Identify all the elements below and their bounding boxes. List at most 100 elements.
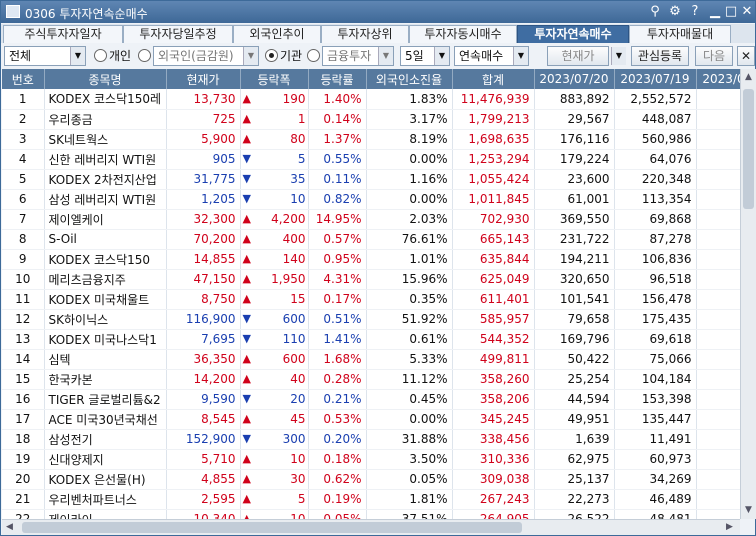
cell-total: 358,206 xyxy=(452,389,535,410)
cell-date2: 11,491 xyxy=(614,429,697,450)
table-body: 1 KODEX 코스닥150레 13,730 ▲ 190 1.40% 1.83% 11,476… xyxy=(2,89,740,519)
settings-icon[interactable]: ⚙ xyxy=(667,4,683,20)
cell-change: ▲ 1 xyxy=(240,109,309,130)
table-row[interactable]: 21 우리벤처파트너스 2,595 ▲ 5 0.19% 1.81% 267,243 22,273… xyxy=(2,489,740,510)
col-header-date3[interactable]: 2023/07/18 xyxy=(696,69,740,89)
app-icon xyxy=(6,5,20,18)
cell-total: 499,811 xyxy=(452,349,535,370)
scroll-up-icon[interactable]: ▲ xyxy=(745,72,752,82)
price-button[interactable]: 현재가 xyxy=(547,46,609,66)
table-row[interactable]: 5 KODEX 2차전지산업 31,775 ▼ 35 0.11% 1.16% 1,055,42… xyxy=(2,169,740,190)
cell-total: 11,476,939 xyxy=(452,89,535,110)
chevron-down-icon[interactable]: ▼ xyxy=(611,47,626,65)
cell-date3: 1 xyxy=(696,349,740,370)
cell-total: 1,799,213 xyxy=(452,109,535,130)
cell-date2: 220,348 xyxy=(614,169,697,190)
tab-simultaneous-buy[interactable]: 투자자동시매수 xyxy=(409,25,517,43)
tab-bar: 주식투자자일자 투자자당일추정 외국인추이 투자자상위 투자자동시매수 투자자연… xyxy=(1,24,755,43)
table-row[interactable]: 17 ACE 미국30년국채선 8,545 ▲ 45 0.53% 0.00% 345,245 4… xyxy=(2,409,740,430)
cell-name: SK네트웍스 xyxy=(44,129,167,150)
vertical-scrollbar[interactable]: ▲ ▼ xyxy=(740,69,756,519)
col-header-total[interactable]: 합계 xyxy=(452,69,535,89)
col-header-no[interactable]: 번호 xyxy=(2,69,45,89)
col-header-name[interactable]: 종목명 xyxy=(44,69,167,89)
radio-individual[interactable] xyxy=(94,49,107,62)
table-row[interactable]: 9 KODEX 코스닥150 14,855 ▲ 140 0.95% 1.01% 635,844… xyxy=(2,249,740,270)
foreign-select[interactable]: 외국인(금감원) ▼ xyxy=(153,46,259,66)
table-row[interactable]: 18 삼성전기 152,900 ▼ 300 0.20% 31.88% 338,456 1,639… xyxy=(2,429,740,450)
radio-foreign[interactable] xyxy=(138,49,151,62)
horizontal-scrollbar[interactable]: ◀ ▶ xyxy=(2,519,740,535)
table-row[interactable]: 2 우리종금 725 ▲ 1 0.14% 3.17% 1,799,213 29,567 448,0… xyxy=(2,109,740,130)
cell-change: ▲ 400 xyxy=(240,229,309,250)
scroll-right-icon[interactable]: ▶ xyxy=(726,522,733,532)
col-header-price[interactable]: 현재가 xyxy=(166,69,241,89)
cell-total: 544,352 xyxy=(452,329,535,350)
radio-institution[interactable] xyxy=(265,49,278,62)
table-row[interactable]: 3 SK네트웍스 5,900 ▲ 80 1.37% 8.19% 1,698,635 176,11… xyxy=(2,129,740,150)
cell-foreign-ratio: 1.01% xyxy=(366,249,453,270)
table-row[interactable]: 22제이라이10,340▲ 100.05%37.51%264,90526,5224… xyxy=(2,509,740,519)
table-row[interactable]: 10 메리츠금융지주 47,150 ▲ 1,950 4.31% 15.96% 625,049 3… xyxy=(2,269,740,290)
market-value: 전체 xyxy=(9,49,32,63)
cell-total: 1,011,845 xyxy=(452,189,535,210)
tab-foreign-trend[interactable]: 외국인추이 xyxy=(233,25,321,43)
table-row[interactable]: 1 KODEX 코스닥150레 13,730 ▲ 190 1.40% 1.83% 11,476… xyxy=(2,89,740,110)
close-icon[interactable]: ✕ xyxy=(739,4,755,20)
watch-button[interactable]: 관심등록 xyxy=(631,46,689,66)
mode-select[interactable]: 연속매수 ▼ xyxy=(454,46,529,66)
radio-institution-type[interactable] xyxy=(307,49,320,62)
table-row[interactable]: 20 KODEX 은선물(H) 4,855 ▲ 30 0.62% 0.05% 309,038 2… xyxy=(2,469,740,490)
tab-investor-daily[interactable]: 주식투자자일자 xyxy=(3,25,123,43)
table-row[interactable]: 8 S-Oil 70,200 ▲ 400 0.57% 76.61% 665,143 231,72… xyxy=(2,229,740,250)
cell-total: 1,698,635 xyxy=(452,129,535,150)
maximize-icon[interactable]: □ xyxy=(723,4,739,20)
cell-change: ▲ 140 xyxy=(240,249,309,270)
table-row[interactable]: 7 제이엘케이 32,300 ▲ 4,200 14.95% 2.03% 702,930 369,… xyxy=(2,209,740,230)
table-row[interactable]: 6 삼성 레버리지 WTI원 1,205 ▼ 10 0.82% 0.00% 1,011,845… xyxy=(2,189,740,210)
minimize-icon[interactable]: ▁ xyxy=(707,4,723,20)
period-select[interactable]: 5일 ▼ xyxy=(400,46,450,66)
cell-price: 10,340 xyxy=(166,509,241,519)
close-grid-icon[interactable]: ✕ xyxy=(737,46,755,66)
table-row[interactable]: 11 KODEX 미국채울트 8,750 ▲ 15 0.17% 0.35% 611,401 10… xyxy=(2,289,740,310)
tab-investor-top[interactable]: 투자자상위 xyxy=(321,25,409,43)
tab-intraday-estimate[interactable]: 투자자당일추정 xyxy=(123,25,233,43)
tab-consecutive-buy[interactable]: 투자자연속매수 xyxy=(517,25,629,43)
col-header-change[interactable]: 등락폭 xyxy=(240,69,309,89)
scroll-down-icon[interactable]: ▼ xyxy=(745,505,752,515)
chevron-down-icon: ▼ xyxy=(378,47,393,65)
watch-button-label: 관심등록 xyxy=(637,49,683,63)
cell-date3: 21 xyxy=(696,309,740,330)
arrow-down-icon: ▼ xyxy=(242,152,251,165)
cell-date3: 9 xyxy=(696,289,740,310)
cell-date1: 179,224 xyxy=(534,149,615,170)
col-header-date2[interactable]: 2023/07/19 xyxy=(614,69,697,89)
cell-total: 310,336 xyxy=(452,449,535,470)
pin-icon[interactable]: ⚲ xyxy=(647,4,663,20)
col-header-date1[interactable]: 2023/07/20 xyxy=(534,69,615,89)
table-row[interactable]: 16 TIGER 글로벌리튬&2 9,590 ▼ 20 0.21% 0.45% 358,206… xyxy=(2,389,740,410)
table-row[interactable]: 4 신한 레버리지 WTI원 905 ▼ 5 0.55% 0.00% 1,253,294 179… xyxy=(2,149,740,170)
table-row[interactable]: 12 SK하이닉스 116,900 ▼ 600 0.51% 51.92% 585,957 79,… xyxy=(2,309,740,330)
table-row[interactable]: 13 KODEX 미국나스닥1 7,695 ▼ 110 1.41% 0.61% 544,352… xyxy=(2,329,740,350)
tab-volume-profile[interactable]: 투자자매물대 xyxy=(629,25,731,43)
col-header-foreign-ratio[interactable]: 외국인소진율 xyxy=(366,69,453,89)
cell-name: 제이엘케이 xyxy=(44,209,167,230)
horizontal-scroll-thumb[interactable] xyxy=(22,522,522,533)
data-grid[interactable]: 번호 종목명 현재가 등락폭 등락률 외국인소진율 합계 2023/07/20 … xyxy=(2,69,740,519)
table-row[interactable]: 19 신대양제지 5,710 ▲ 10 0.18% 3.50% 310,336 62,975 60… xyxy=(2,449,740,470)
help-icon[interactable]: ? xyxy=(687,4,703,20)
cell-foreign-ratio: 2.03% xyxy=(366,209,453,230)
vertical-scroll-thumb[interactable] xyxy=(743,89,754,209)
cell-rate: 0.14% xyxy=(308,109,367,130)
col-header-rate[interactable]: 등락률 xyxy=(308,69,367,89)
cell-change: ▲ 40 xyxy=(240,369,309,390)
scroll-left-icon[interactable]: ◀ xyxy=(6,522,13,532)
table-row[interactable]: 15 한국카본 14,200 ▲ 40 0.28% 11.12% 358,260 25,254 1… xyxy=(2,369,740,390)
cell-change: ▼ 110 xyxy=(240,329,309,350)
next-button[interactable]: 다음 xyxy=(695,46,733,66)
market-select[interactable]: 전체 ▼ xyxy=(4,46,86,66)
table-row[interactable]: 14 심텍 36,350 ▲ 600 1.68% 5.33% 499,811 50,422 75,… xyxy=(2,349,740,370)
institution-type-select[interactable]: 금융투자 ▼ xyxy=(322,46,394,66)
